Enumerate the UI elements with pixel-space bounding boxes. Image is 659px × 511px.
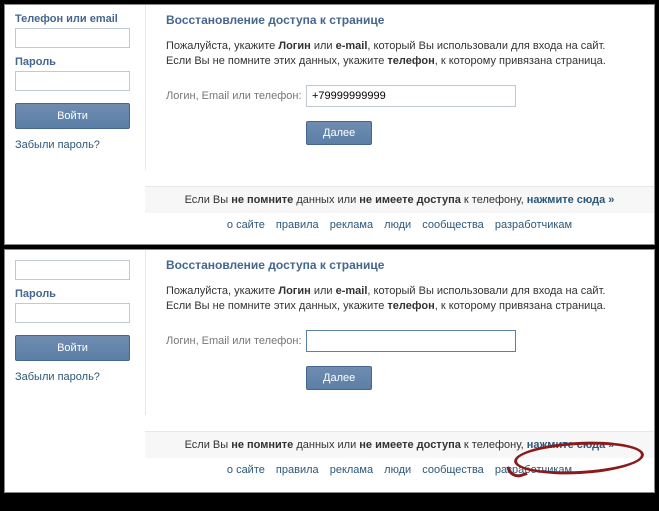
page-content: Пароль Войти Забыли пароль? Восстановлен… <box>5 250 654 492</box>
footer-links: о сайте правила реклама люди сообщества … <box>145 213 654 237</box>
text-bold: не имеете доступа <box>359 439 461 451</box>
forgot-password-link[interactable]: Забыли пароль? <box>15 139 135 151</box>
text: , к которому привязана страница. <box>435 55 606 67</box>
footer-links: о сайте правила реклама люди сообщества … <box>145 458 654 482</box>
text-bold: телефон <box>387 55 434 67</box>
main-area: Восстановление доступа к странице Пожалу… <box>145 5 654 244</box>
login-field-label: Логин, Email или телефон: <box>166 335 306 347</box>
footer-bar: Если Вы не помните данных или не имеете … <box>145 186 654 213</box>
login-field-label: Логин, Email или телефон: <box>166 90 306 102</box>
forgot-password-link[interactable]: Забыли пароль? <box>15 371 135 383</box>
click-here-link[interactable]: нажмите сюда » <box>527 439 615 451</box>
text: к телефону, <box>461 439 527 451</box>
text-bold: не имеете доступа <box>359 194 461 206</box>
text: данных или <box>293 194 359 206</box>
text: данных или <box>293 439 359 451</box>
login-button[interactable]: Войти <box>15 335 130 361</box>
login-sidebar: Пароль Войти Забыли пароль? <box>5 250 145 492</box>
footer-link-ads[interactable]: реклама <box>330 464 373 476</box>
text: или <box>311 40 336 52</box>
footer-link-people[interactable]: люди <box>384 219 411 231</box>
login-field-input[interactable] <box>306 85 516 107</box>
password-label: Пароль <box>15 288 135 300</box>
click-here-link[interactable]: нажмите сюда » <box>527 194 615 206</box>
footer-link-about[interactable]: о сайте <box>227 464 265 476</box>
text-bold: e-mail <box>336 285 368 297</box>
screenshot-top: Телефон или email Пароль Войти Забыли па… <box>4 4 655 245</box>
text: Если Вы <box>185 439 232 451</box>
footer-link-groups[interactable]: сообщества <box>422 219 484 231</box>
footer-link-devs[interactable]: разработчикам <box>495 464 572 476</box>
password-input[interactable] <box>15 71 130 91</box>
text-bold: e-mail <box>336 40 368 52</box>
email-input[interactable] <box>15 260 130 280</box>
footer-link-people[interactable]: люди <box>384 464 411 476</box>
text: или <box>311 285 336 297</box>
footer-link-groups[interactable]: сообщества <box>422 464 484 476</box>
text: , который Вы использовали для входа на с… <box>367 40 605 52</box>
screenshot-bottom: Пароль Войти Забыли пароль? Восстановлен… <box>4 249 655 493</box>
recovery-panel: Восстановление доступа к странице Пожалу… <box>145 250 654 415</box>
recovery-panel: Восстановление доступа к странице Пожалу… <box>145 5 654 170</box>
main-area: Восстановление доступа к странице Пожалу… <box>145 250 654 492</box>
login-field-row: Логин, Email или телефон: <box>166 85 634 107</box>
footer-link-about[interactable]: о сайте <box>227 219 265 231</box>
text: Если Вы не помните этих данных, укажите <box>166 300 387 312</box>
next-button[interactable]: Далее <box>306 366 372 390</box>
login-button[interactable]: Войти <box>15 103 130 129</box>
text-bold: Логин <box>278 40 310 52</box>
login-sidebar: Телефон или email Пароль Войти Забыли па… <box>5 5 145 244</box>
text: Пожалуйста, укажите <box>166 40 278 52</box>
text: к телефону, <box>461 194 527 206</box>
page-title: Восстановление доступа к странице <box>166 258 634 272</box>
page-content: Телефон или email Пароль Войти Забыли па… <box>5 5 654 244</box>
footer-link-rules[interactable]: правила <box>276 219 319 231</box>
text: Пожалуйста, укажите <box>166 285 278 297</box>
text-bold: не помните <box>231 194 293 206</box>
login-field-input[interactable] <box>306 330 516 352</box>
text: Если Вы не помните этих данных, укажите <box>166 55 387 67</box>
text: , к которому привязана страница. <box>435 300 606 312</box>
text-bold: не помните <box>231 439 293 451</box>
text-bold: телефон <box>387 300 434 312</box>
email-label: Телефон или email <box>15 13 135 25</box>
page-title: Восстановление доступа к странице <box>166 13 634 27</box>
login-field-row: Логин, Email или телефон: <box>166 330 634 352</box>
footer-link-rules[interactable]: правила <box>276 464 319 476</box>
instructions: Пожалуйста, укажите Логин или e-mail, ко… <box>166 284 634 314</box>
next-button[interactable]: Далее <box>306 121 372 145</box>
footer-link-ads[interactable]: реклама <box>330 219 373 231</box>
password-input[interactable] <box>15 303 130 323</box>
password-label: Пароль <box>15 56 135 68</box>
text: Если Вы <box>185 194 232 206</box>
footer-bar: Если Вы не помните данных или не имеете … <box>145 431 654 458</box>
text: , который Вы использовали для входа на с… <box>367 285 605 297</box>
text-bold: Логин <box>278 285 310 297</box>
instructions: Пожалуйста, укажите Логин или e-mail, ко… <box>166 39 634 69</box>
footer-link-devs[interactable]: разработчикам <box>495 219 572 231</box>
email-input[interactable] <box>15 28 130 48</box>
